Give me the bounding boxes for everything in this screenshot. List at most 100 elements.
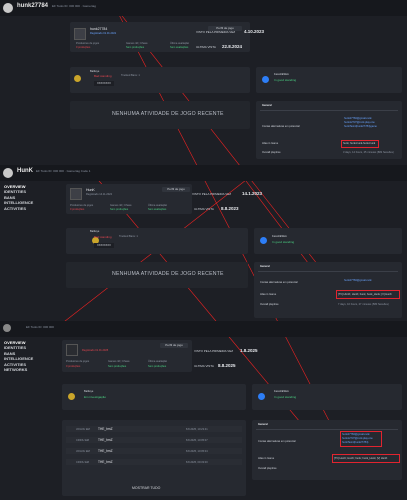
battleye-title: Battleye	[84, 390, 94, 393]
nav-networks[interactable]: NETWORKS	[4, 367, 33, 372]
profile-registered: Registrado 14.11.2022	[86, 193, 113, 196]
battleye-card: Battleye Bad standing Tracked Bans: 1 XX…	[70, 67, 250, 93]
nav-intelligence[interactable]: INTELLIGENCE	[4, 200, 33, 205]
aliases-label: Alias in Game	[262, 142, 279, 145]
activity-label: CRIOU EM	[76, 438, 89, 442]
last-seen-value: 8.8.2023	[221, 206, 239, 211]
user-avatar	[3, 168, 13, 178]
faceit-card: Faceit/ESEA In good standing	[254, 228, 402, 254]
activity-date: 8.8.2025, 09:33:00	[186, 460, 208, 464]
col-value: 0 produções	[66, 365, 81, 368]
last-seen-value: 8.8.2025	[218, 363, 236, 368]
shield-icon	[74, 75, 81, 82]
show-all-button[interactable]: MOSTRAR TUDO	[132, 486, 160, 490]
profile-card: HunK Registrado 14.11.2022 Produtores de…	[66, 184, 192, 214]
col-value: Sem produções	[148, 365, 167, 368]
top-bar: EF Tools ID: 000 000	[0, 321, 407, 337]
username: HunK	[17, 168, 33, 174]
first-seen-label: VISTO PELA PRIMEIRA VEZ	[196, 30, 236, 34]
alt-accounts-highlight	[340, 431, 382, 447]
col-value: Sem produções	[126, 46, 145, 49]
username: hunk27784	[17, 3, 49, 9]
user-avatar	[3, 3, 13, 13]
edit-profile-button[interactable]: Perfil de jogo	[162, 187, 190, 192]
faceit-title: Faceit/ESEA	[274, 390, 289, 393]
alt-account-link[interactable]: hunk12737@rock.play.one	[344, 121, 375, 124]
faceit-card: Faceit/ESEA In good standing	[252, 384, 402, 410]
activity-label: CRIOU EM	[76, 460, 89, 464]
first-seen-label: VISTO PELA PRIMEIRA VEZ	[192, 192, 232, 196]
activity-label: JOGOU EM	[76, 427, 90, 431]
edit-profile-button[interactable]: Perfil de jogo	[160, 343, 188, 348]
battleye-sub: Tracked Bans: 1	[119, 235, 138, 238]
last-seen-label: ULTIMA VISTA	[196, 45, 216, 49]
profile-avatar	[70, 188, 82, 200]
divider	[260, 110, 398, 111]
list-item[interactable]: CRIOU EM THE_hmZ 8.8.2025, 09:33:00	[66, 459, 242, 465]
col-value: 0 produções	[70, 208, 85, 211]
battleye-sub: Tracked Bans: 1	[121, 74, 140, 77]
col-label: Games 42 | Chave	[110, 204, 132, 207]
col-label: Produtores de jogos	[76, 42, 100, 45]
playtime-label: Overall playtime	[260, 303, 279, 306]
general-card: General Contas alternativas em potencial…	[254, 262, 402, 318]
col-label: Última avaliação	[148, 204, 168, 207]
first-seen-label: VISTO PELA PRIMEIRA VEZ	[194, 349, 234, 353]
battleye-status: Bad standing	[94, 74, 112, 78]
activity-map: THE_hmZ	[98, 460, 113, 464]
first-seen-value: 14.1.2023	[242, 191, 263, 196]
list-item[interactable]: JOGOU EM THE_hmZ 8.8.2025, 10:23:41	[66, 426, 242, 432]
col-value: Sem produções	[110, 208, 129, 211]
alt-accounts-label: Contas alternativas em potencial	[262, 125, 300, 128]
top-subline: EF Tools ID: 000 000	[26, 325, 54, 329]
col-value: 0 produções	[76, 46, 91, 49]
activity-map: THE_hmZ	[98, 427, 113, 431]
alias-highlight	[332, 454, 400, 463]
battleye-card: Battleye Em investigação	[62, 384, 246, 410]
general-title: General	[260, 265, 270, 268]
battleye-card: Battleye Bad standing Tracked Bans: 1 XX…	[66, 228, 248, 254]
aliases-label: Alias in Game	[260, 293, 277, 296]
first-seen-value: 1.8.2025	[240, 348, 258, 353]
general-title: General	[262, 104, 272, 107]
col-label: Games 42 | Chave	[126, 42, 148, 45]
alias-highlight	[336, 290, 400, 299]
profile-avatar	[74, 28, 86, 40]
profile-avatar	[66, 344, 78, 356]
activity-card: NENHUMA ATIVIDADE DE JOGO RECENTE	[66, 262, 248, 288]
col-value: Sem produções	[108, 365, 127, 368]
playtime-label: Overall playtime	[262, 151, 281, 154]
general-card: General Contas alternativas em potencial…	[252, 420, 402, 480]
nav-intelligence[interactable]: INTELLIGENCE	[4, 356, 33, 361]
top-subline: EF Tools ID: 000 000 · Gamertag	[52, 4, 96, 8]
activity-date: 8.8.2025, 10:05:07	[186, 438, 208, 442]
profile-name: hunk27784	[90, 27, 108, 31]
no-activity-message: NENHUMA ATIVIDADE DE JOGO RECENTE	[112, 271, 224, 277]
general-title: General	[258, 423, 268, 426]
general-card: General Contas alternativas em potencial…	[256, 101, 402, 159]
alt-account-link[interactable]: hunk27784@gmail-rank	[344, 279, 372, 282]
playtime-value: 3 days, 14 hours, 25 minutes (882 Sessõe…	[343, 151, 394, 154]
list-item[interactable]: JOGOU EM THE_hmZ 8.8.2025, 10:05:04	[66, 448, 242, 454]
top-subline: EF Tools ID: 000 000 · Gamertag Code 1	[36, 169, 91, 173]
activity-label: JOGOU EM	[76, 449, 90, 453]
alt-account-link[interactable]: hunkTest1(hunk27784)game	[344, 125, 377, 128]
activity-date: 8.8.2025, 10:23:41	[186, 427, 208, 431]
playtime-value: 7 days, 10 hours, 27 minutes (580 Sessõe…	[338, 303, 389, 306]
nav-activities[interactable]: ACTIVITIES	[4, 206, 33, 211]
shield-icon	[262, 76, 269, 83]
faceit-status: In good standing	[274, 78, 297, 82]
user-avatar	[3, 324, 11, 332]
battleye-title: Battleye	[90, 230, 100, 233]
list-item[interactable]: CRIOU EM THE_hmZ 8.8.2025, 10:05:07	[66, 437, 242, 443]
top-bar: HunK EF Tools ID: 000 000 · Gamertag Cod…	[0, 165, 407, 181]
top-bar: hunk27784 EF Tools ID: 000 000 · Gamerta…	[0, 0, 407, 16]
battleye-badge: XXXXXXXX	[94, 81, 114, 86]
faceit-title: Faceit/ESEA	[274, 73, 289, 76]
no-activity-message: NENHUMA ATIVIDADE DE JOGO RECENTE	[112, 111, 224, 117]
alt-accounts-label: Contas alternativas em potencial	[258, 440, 296, 443]
first-seen-value: 4.10.2023	[244, 29, 265, 34]
battleye-badge: XXXXXXXX	[94, 243, 114, 248]
activity-map: THE_hmZ	[98, 449, 113, 453]
alt-account-link[interactable]: hunk27784@gmail-rank	[344, 117, 372, 120]
